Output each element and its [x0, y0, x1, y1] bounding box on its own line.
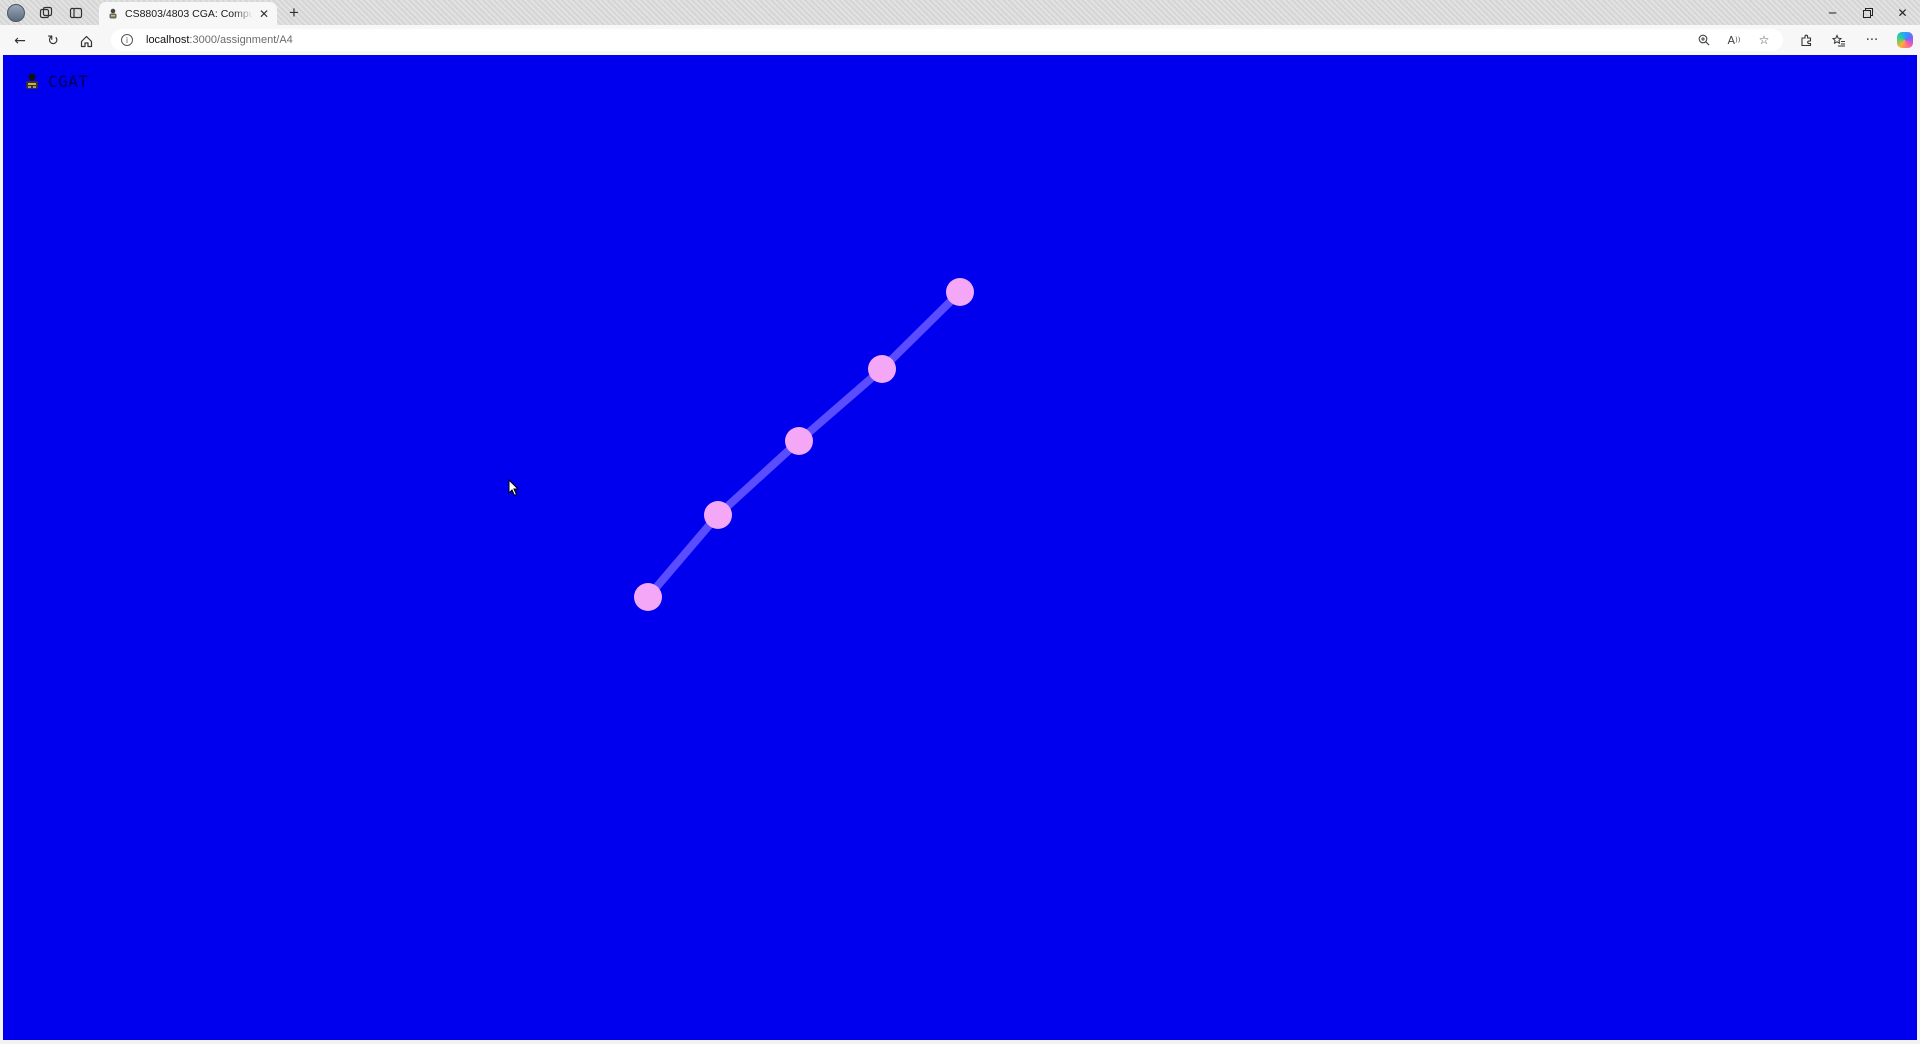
control-point-4[interactable] — [868, 355, 896, 383]
spline-canvas[interactable] — [3, 55, 1917, 1040]
vertical-tabs-icon[interactable] — [66, 3, 86, 23]
control-point-1[interactable] — [634, 583, 662, 611]
tab-active[interactable]: CS8803/4803 CGA: Computer Graphics in AR… — [99, 2, 277, 25]
workspaces-icon[interactable] — [36, 3, 56, 23]
tab-title: CS8803/4803 CGA: Computer Graphics in AR… — [125, 7, 253, 20]
minimize-icon[interactable]: ─ — [1815, 0, 1850, 25]
window-close-icon[interactable]: ✕ — [1885, 0, 1920, 25]
control-point-2[interactable] — [704, 501, 732, 529]
extensions-icon[interactable] — [1795, 29, 1817, 51]
close-icon[interactable]: ✕ — [257, 7, 271, 21]
window-bottom-edge — [0, 1040, 1920, 1044]
mouse-cursor-icon — [508, 479, 520, 497]
back-arrow-icon[interactable]: ← — [9, 30, 31, 52]
tab-strip: CS8803/4803 CGA: Computer Graphics in AR… — [0, 0, 1920, 25]
read-aloud-icon[interactable]: A)) — [1723, 29, 1745, 51]
url-path: :3000/assignment/A4 — [189, 34, 293, 46]
home-icon[interactable] — [75, 30, 97, 52]
site-info-icon[interactable]: i — [121, 34, 133, 46]
favorites-icon[interactable] — [1828, 29, 1850, 51]
zoom-icon[interactable] — [1693, 29, 1715, 51]
browser-window: CS8803/4803 CGA: Computer Graphics in AR… — [0, 0, 1920, 1044]
control-point-5[interactable] — [946, 278, 974, 306]
refresh-icon[interactable]: ↻ — [42, 30, 64, 52]
address-bar[interactable]: i localhost:3000/assignment/A4 A)) ☆ — [111, 29, 1783, 51]
favorite-star-icon[interactable]: ☆ — [1753, 29, 1775, 51]
restore-icon[interactable] — [1850, 0, 1885, 25]
window-controls: ─ ✕ — [1815, 0, 1920, 25]
plus-icon[interactable]: + — [284, 3, 304, 23]
tab-favicon-icon — [107, 8, 119, 20]
address-bar-actions: A)) ☆ — [1685, 29, 1775, 51]
copilot-icon[interactable] — [1894, 29, 1916, 51]
more-options-icon[interactable]: ··· — [1861, 29, 1883, 51]
url-host: localhost — [146, 34, 190, 46]
toolbar-right: ··· — [1784, 29, 1916, 51]
profile-icon[interactable] — [6, 3, 26, 23]
control-point-3[interactable] — [785, 427, 813, 455]
page-viewport[interactable]: CGAT — [3, 55, 1917, 1040]
browser-toolbar: ← ↻ i localhost:3000/assignment/A4 A)) ☆ — [0, 25, 1920, 55]
